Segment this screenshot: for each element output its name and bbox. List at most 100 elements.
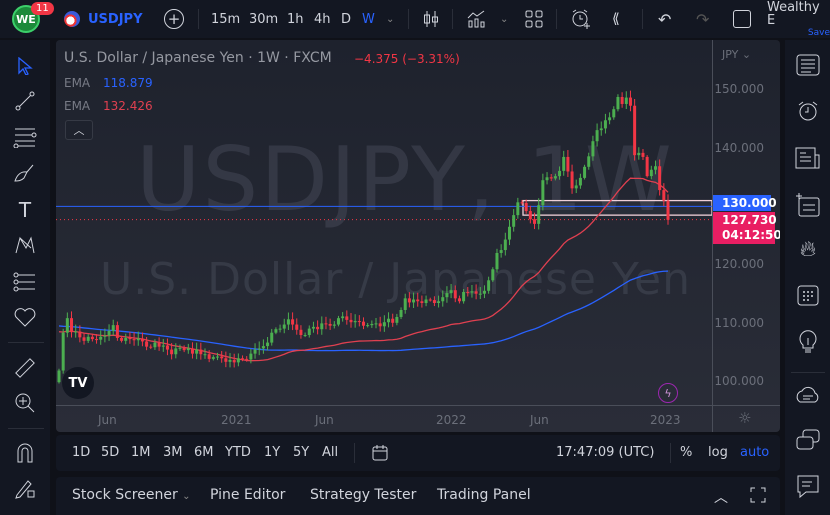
percent-scale-toggle[interactable]: % xyxy=(680,445,692,460)
indicators-icon[interactable] xyxy=(466,0,488,38)
alert-clock-icon[interactable] xyxy=(570,0,592,38)
magnet-icon[interactable] xyxy=(12,440,38,466)
pattern-icon[interactable] xyxy=(12,232,38,258)
range-1d[interactable]: 1D xyxy=(72,445,90,460)
add-data-window-icon[interactable] xyxy=(793,190,823,220)
calendar-icon[interactable] xyxy=(793,280,823,310)
text-tool-icon[interactable]: T xyxy=(12,197,38,223)
chart-settings-sun-icon[interactable]: ☼ xyxy=(738,409,751,427)
candle-body xyxy=(487,280,491,291)
candle-body xyxy=(449,290,453,294)
user-avatar-button[interactable]: WE 11 xyxy=(12,0,54,38)
tab-trading-panel[interactable]: Trading Panel xyxy=(437,487,531,503)
watchlist-icon[interactable] xyxy=(793,50,823,80)
tab-stock-screener[interactable]: Stock Screener ⌄ xyxy=(72,487,191,503)
redo-icon[interactable]: ↷ xyxy=(696,0,709,38)
layout-name-button[interactable]: Wealthy E Save xyxy=(767,0,830,38)
ema-blue-line xyxy=(58,270,669,352)
hotlists-flame-icon[interactable]: 🔥︎ xyxy=(793,234,823,264)
candle-body xyxy=(553,176,557,179)
interval-1h[interactable]: 1h xyxy=(287,0,304,38)
brush-icon[interactable] xyxy=(12,160,38,186)
price-plot[interactable] xyxy=(56,40,780,432)
candle-body xyxy=(199,349,203,355)
candle-body xyxy=(520,202,524,204)
candle-body xyxy=(378,323,382,327)
range-6m[interactable]: 6M xyxy=(194,445,214,460)
chart-pane[interactable]: USDJPY, 1W U.S. Dollar / Japanese Yen U.… xyxy=(56,40,780,432)
candle-body xyxy=(666,200,670,220)
candle-body xyxy=(174,348,178,355)
candle-body xyxy=(120,337,124,341)
candle-body xyxy=(507,226,511,240)
candle-body xyxy=(170,349,174,355)
goto-date-calendar-icon[interactable] xyxy=(372,445,388,465)
log-scale-toggle[interactable]: log xyxy=(708,445,728,460)
candle-body xyxy=(311,326,315,329)
collapse-legend-button[interactable]: ︿ xyxy=(65,120,93,140)
lock-drawings-icon[interactable] xyxy=(12,475,38,501)
candle-body xyxy=(391,318,395,323)
candle-body xyxy=(462,291,466,302)
candle-body xyxy=(512,215,516,227)
interval-30m[interactable]: 30m xyxy=(249,0,278,38)
interval-15m[interactable]: 15m xyxy=(211,0,240,38)
candle-body xyxy=(583,166,587,178)
layout-name: Wealthy E xyxy=(767,0,820,28)
alarm-clock-icon[interactable] xyxy=(793,96,823,126)
maximize-panel-icon[interactable] xyxy=(750,487,766,507)
range-5d[interactable]: 5D xyxy=(101,445,119,460)
messages-icon[interactable] xyxy=(793,472,823,502)
time-label: 2023 xyxy=(650,413,681,427)
candle-body xyxy=(374,323,378,325)
hline-price-tag[interactable]: 130.000 xyxy=(713,195,777,211)
symbol-search-button[interactable]: USDJPY xyxy=(64,0,143,38)
ruler-icon[interactable] xyxy=(12,355,38,381)
chat-bubbles-icon[interactable] xyxy=(793,426,823,456)
chats-cloud-icon[interactable] xyxy=(793,382,823,412)
candle-body xyxy=(470,291,474,293)
range-ytd[interactable]: YTD xyxy=(225,445,251,460)
indicators-dropdown-icon[interactable]: ⌄ xyxy=(500,0,508,38)
prediction-tools-icon[interactable] xyxy=(12,269,38,295)
currency-selector[interactable]: JPY ⌄ xyxy=(722,48,751,61)
range-1y[interactable]: 1Y xyxy=(264,445,280,460)
lightning-event-icon[interactable]: ϟ xyxy=(658,383,678,403)
candle-body xyxy=(478,293,482,295)
candle-body xyxy=(395,316,399,323)
tab-pine-editor[interactable]: Pine Editor xyxy=(210,487,285,503)
interval-d[interactable]: D xyxy=(341,0,351,38)
interval-w[interactable]: W xyxy=(362,0,375,38)
fullscreen-square-icon[interactable] xyxy=(733,0,751,38)
candle-body xyxy=(124,337,128,341)
cursor-arrow-icon[interactable] xyxy=(12,53,38,79)
news-icon[interactable] xyxy=(793,143,823,173)
heart-favorites-icon[interactable] xyxy=(12,304,38,330)
expand-panel-chevron-up-icon[interactable]: ︿ xyxy=(714,487,728,507)
candle-body xyxy=(320,323,324,330)
auto-scale-toggle[interactable]: auto xyxy=(740,445,769,460)
tradingview-logo-icon[interactable]: TV xyxy=(62,367,94,399)
ideas-lightbulb-icon[interactable] xyxy=(793,326,823,356)
candles-chart-type-icon[interactable] xyxy=(422,0,440,38)
candle-body xyxy=(299,329,303,336)
price-label: 150.000 xyxy=(714,82,764,96)
candle-body xyxy=(608,117,612,121)
layout-grid-icon[interactable] xyxy=(525,0,543,38)
range-all[interactable]: All xyxy=(322,445,338,460)
range-3m[interactable]: 3M xyxy=(163,445,183,460)
range-5y[interactable]: 5Y xyxy=(293,445,309,460)
interval-dropdown-chevron-icon[interactable]: ⌄ xyxy=(386,0,394,38)
trend-line-icon[interactable] xyxy=(12,88,38,114)
save-button[interactable]: Save xyxy=(808,28,830,38)
utc-clock[interactable]: 17:47:09 (UTC) xyxy=(556,445,654,460)
fib-retracement-icon[interactable] xyxy=(12,124,38,150)
undo-icon[interactable]: ↶ xyxy=(658,0,671,38)
zoom-in-icon[interactable] xyxy=(12,390,38,416)
candle-body xyxy=(403,298,407,310)
range-1m[interactable]: 1M xyxy=(131,445,151,460)
replay-rewind-icon[interactable]: ⟪ xyxy=(612,0,620,38)
tab-strategy-tester[interactable]: Strategy Tester xyxy=(310,487,416,503)
compare-symbol-button[interactable]: + xyxy=(164,0,184,38)
interval-4h[interactable]: 4h xyxy=(314,0,331,38)
